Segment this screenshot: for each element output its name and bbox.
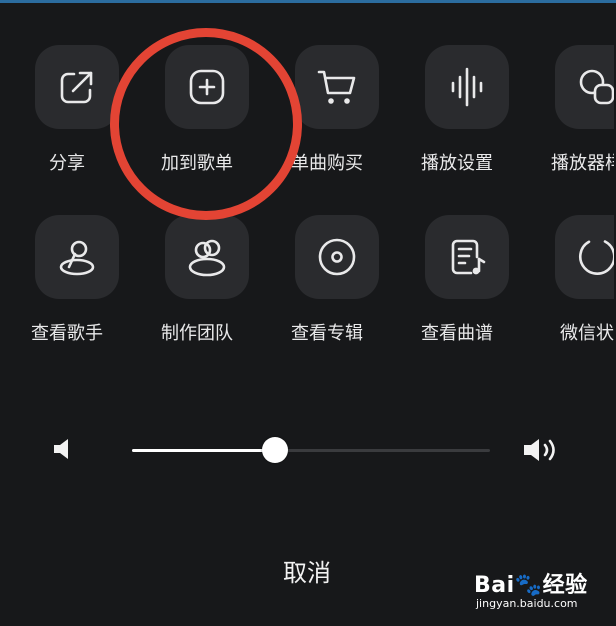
playback-settings-tile[interactable] (425, 45, 509, 129)
share-icon (60, 71, 93, 104)
action-row-2: 查看歌手 制作团队 查看专辑 查看曲谱 微信状 (2, 215, 614, 345)
action-row-1: 分享 加到歌单 单曲购买 播放设置 播放器 (2, 45, 614, 175)
singer-icon (59, 240, 95, 276)
playback-settings-label: 播放设置 (421, 153, 493, 174)
volume-slider-thumb[interactable] (262, 437, 289, 463)
volume-high-icon[interactable] (522, 436, 562, 464)
watermark-logo: Bai🐾经验 (474, 567, 588, 599)
view-album-action[interactable]: 查看专辑 (262, 215, 392, 345)
baidu-jingyan-watermark: Bai🐾经验 jingyan.baidu.com (472, 565, 612, 621)
player-style-label: 播放器样 (551, 153, 614, 174)
view-singer-tile[interactable] (35, 215, 119, 299)
view-sheet-music-tile[interactable] (425, 215, 509, 299)
view-album-label: 查看专辑 (291, 323, 363, 344)
view-sheet-music-action[interactable]: 查看曲谱 (392, 215, 522, 345)
volume-slider-fill (132, 449, 276, 452)
volume-slider-track[interactable] (132, 437, 490, 463)
wechat-status-action[interactable]: 微信状 (522, 215, 614, 345)
playback-settings-action[interactable]: 播放设置 (392, 45, 522, 175)
watermark-logo-bai: Bai (474, 573, 515, 598)
annotation-highlight-circle (110, 28, 302, 220)
volume-low-icon[interactable] (52, 437, 74, 461)
baidu-paw-icon: 🐾 (514, 573, 543, 598)
wechat-status-tile[interactable] (555, 215, 614, 299)
sheet-music-icon (451, 239, 486, 275)
cancel-button[interactable]: 取消 (222, 551, 392, 595)
player-style-action[interactable]: 播放器样 (522, 45, 614, 175)
share-tile[interactable] (35, 45, 119, 129)
view-singer-label: 查看歌手 (31, 323, 103, 344)
player-style-icon (579, 69, 614, 105)
volume-control (42, 423, 582, 479)
album-disc-icon (318, 238, 356, 276)
wechat-status-icon (579, 240, 614, 275)
view-singer-action[interactable]: 查看歌手 (2, 215, 132, 345)
cart-icon (317, 70, 356, 104)
production-team-tile[interactable] (165, 215, 249, 299)
view-sheet-music-label: 查看曲谱 (421, 323, 493, 344)
watermark-logo-jingyan: 经验 (542, 573, 588, 598)
buy-single-tile[interactable] (295, 45, 379, 129)
wechat-status-label: 微信状 (560, 323, 614, 344)
production-team-action[interactable]: 制作团队 (132, 215, 262, 345)
production-team-label: 制作团队 (161, 323, 233, 344)
player-style-tile[interactable] (555, 45, 614, 129)
view-album-tile[interactable] (295, 215, 379, 299)
team-icon (188, 239, 226, 277)
watermark-url: jingyan.baidu.com (476, 597, 578, 610)
waveform-icon (451, 67, 483, 107)
action-sheet: 分享 加到歌单 单曲购买 播放设置 播放器 查看歌手 制作团队 查看专辑 查看曲… (2, 3, 614, 624)
